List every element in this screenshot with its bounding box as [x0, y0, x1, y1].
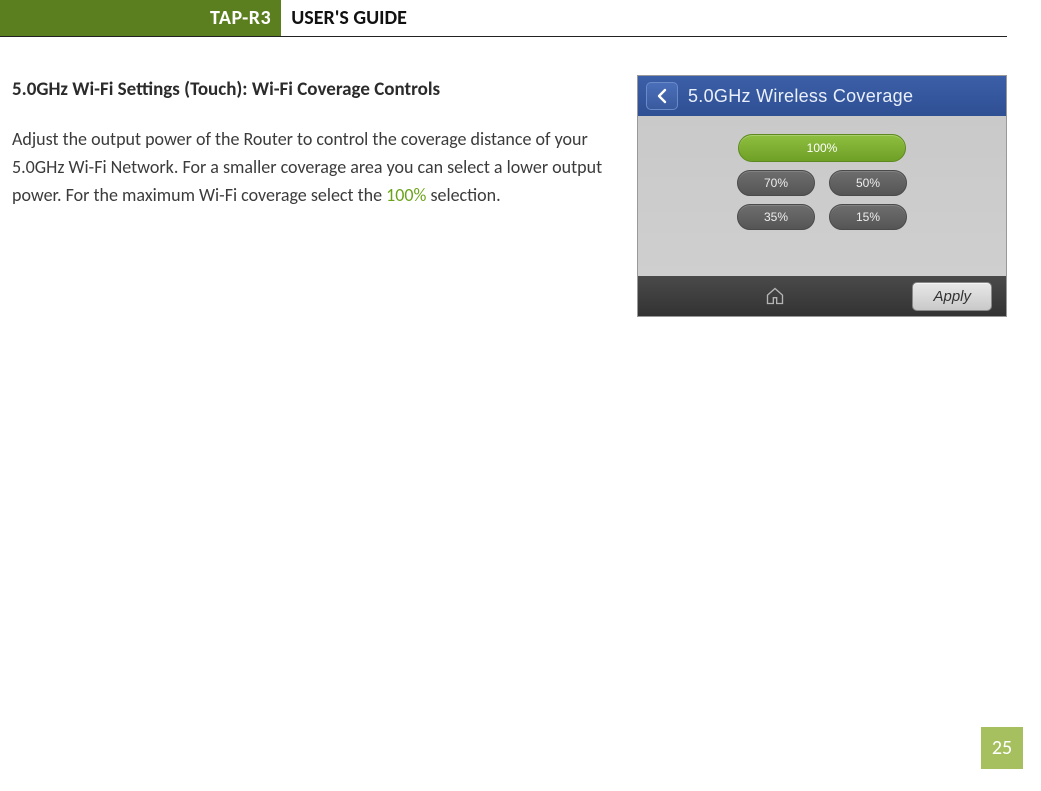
text-column: 5.0GHz Wi-Fi Settings (Touch): Wi-Fi Cov… — [12, 75, 609, 210]
doc-title: USER'S GUIDE — [281, 0, 407, 36]
home-slot — [638, 286, 912, 306]
chevron-left-icon — [656, 88, 668, 104]
model-badge: TAP-R3 — [10, 0, 281, 36]
coverage-option-35[interactable]: 35% — [737, 204, 815, 230]
highlight-text: 100% — [386, 184, 426, 206]
content-area: 5.0GHz Wi-Fi Settings (Touch): Wi-Fi Cov… — [0, 37, 1041, 317]
apply-button[interactable]: Apply — [912, 282, 992, 311]
header-accent — [0, 0, 10, 36]
body-paragraph: Adjust the output power of the Router to… — [12, 126, 609, 210]
device-titlebar: 5.0GHz Wireless Coverage — [638, 76, 1006, 116]
body-post: selection. — [426, 184, 500, 206]
coverage-option-70[interactable]: 70% — [737, 170, 815, 196]
device-footer: Apply — [638, 276, 1006, 316]
coverage-row-2: 35% 15% — [737, 204, 907, 230]
page-number: 25 — [981, 727, 1023, 769]
doc-header: TAP-R3 USER'S GUIDE — [0, 0, 1007, 37]
coverage-row-1: 70% 50% — [737, 170, 907, 196]
device-title: 5.0GHz Wireless Coverage — [688, 86, 913, 107]
device-body: 100% 70% 50% 35% 15% — [638, 116, 1006, 276]
coverage-option-50[interactable]: 50% — [829, 170, 907, 196]
coverage-option-selected[interactable]: 100% — [738, 134, 906, 162]
device-screenshot: 5.0GHz Wireless Coverage 100% 70% 50% 35… — [637, 75, 1007, 317]
coverage-option-15[interactable]: 15% — [829, 204, 907, 230]
back-button[interactable] — [646, 82, 678, 110]
body-pre: Adjust the output power of the Router to… — [12, 128, 602, 206]
section-heading: 5.0GHz Wi-Fi Settings (Touch): Wi-Fi Cov… — [12, 75, 609, 104]
home-icon[interactable] — [765, 286, 785, 306]
